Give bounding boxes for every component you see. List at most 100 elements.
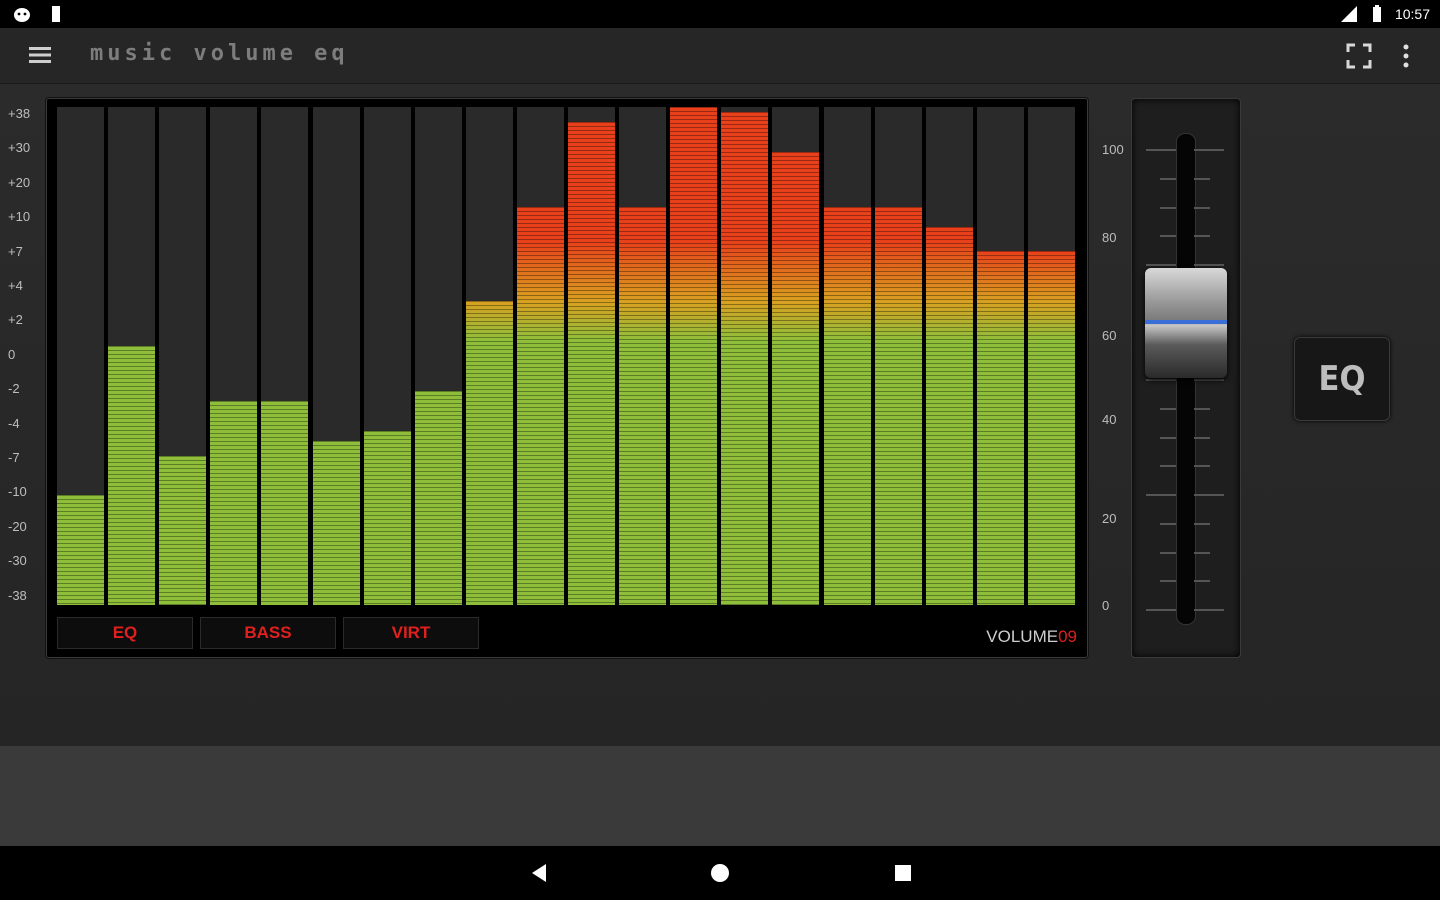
db-label: +7 (8, 243, 23, 259)
eq-button[interactable]: EQ (1294, 337, 1390, 421)
slider-tick (1194, 407, 1210, 410)
status-bar: 10:57 (0, 0, 1440, 28)
more-vert-icon (1403, 44, 1409, 68)
eq-bar-18[interactable] (925, 107, 973, 605)
slider-tick (1194, 580, 1210, 583)
more-options-button[interactable] (1394, 41, 1418, 71)
eq-bar-19[interactable] (976, 107, 1024, 605)
eq-bar-fill (925, 227, 973, 605)
db-label: -20 (8, 518, 27, 534)
slider-tick (1160, 235, 1176, 238)
slider-tick (1194, 206, 1210, 209)
db-label: +30 (8, 140, 31, 156)
eq-bar-9[interactable] (465, 107, 513, 605)
db-label: -30 (8, 553, 27, 569)
tab-virt[interactable]: VIRT (343, 617, 479, 649)
recents-icon (895, 865, 911, 881)
slider-tick (1160, 407, 1176, 410)
back-button[interactable] (524, 858, 554, 888)
slider-tick (1194, 609, 1224, 611)
app-bar: MUSIC VOLUME EQ (0, 28, 1440, 84)
eq-bar-fill (108, 346, 156, 605)
slider-tick (1146, 494, 1176, 496)
eq-bar-fill (721, 112, 769, 605)
slider-tick (1194, 149, 1224, 151)
eq-bar-5[interactable] (261, 107, 309, 605)
recents-button[interactable] (888, 858, 918, 888)
eq-bar-2[interactable] (108, 107, 156, 605)
slider-tick (1146, 379, 1176, 381)
db-label: -38 (8, 587, 27, 603)
volume-value: 09 (1058, 627, 1077, 646)
eq-bar-fill (414, 391, 462, 605)
eq-bar-6[interactable] (312, 107, 360, 605)
volume-scale-label: 80 (1102, 230, 1117, 245)
volume-scale-label: 100 (1102, 142, 1124, 157)
tab-eq[interactable]: EQ (57, 617, 193, 649)
eq-bar-16[interactable] (823, 107, 871, 605)
slider-tick (1194, 379, 1224, 381)
eq-bar-fill (976, 251, 1024, 605)
db-label: +10 (8, 209, 31, 225)
eq-bar-4[interactable] (210, 107, 258, 605)
volume-slider-thumb[interactable] (1145, 267, 1227, 378)
eq-bar-fill (1027, 251, 1075, 605)
slider-tick (1194, 436, 1210, 439)
db-label: -4 (8, 415, 20, 431)
slider-tick (1160, 436, 1176, 439)
eq-bar-11[interactable] (568, 107, 615, 605)
eq-bar-fill (516, 207, 564, 605)
db-label: +4 (8, 278, 23, 293)
eq-bar-fill (568, 122, 615, 605)
eq-bar-17[interactable] (874, 107, 922, 605)
navigation-bar (0, 846, 1440, 900)
thumb-indicator-line (1145, 319, 1227, 324)
equalizer-panel: EQ BASS VIRT VOLUME09 (46, 98, 1088, 658)
eq-bar-10[interactable] (516, 107, 564, 605)
home-icon (711, 864, 729, 882)
eq-bar-1[interactable] (57, 107, 104, 605)
battery-icon (1372, 5, 1381, 22)
volume-slider-track[interactable] (1176, 133, 1196, 625)
slider-tick (1146, 609, 1176, 611)
slider-tick (1194, 264, 1224, 266)
slider-tick (1194, 465, 1210, 468)
slider-tick (1160, 551, 1176, 554)
slider-tick (1160, 580, 1176, 583)
eq-bar-7[interactable] (363, 107, 411, 605)
eq-bar-14[interactable] (721, 107, 769, 605)
eq-bar-fill (874, 207, 922, 605)
slider-tick (1194, 551, 1210, 554)
fullscreen-button[interactable] (1344, 41, 1374, 71)
signal-icon (1340, 6, 1357, 22)
slider-tick (1146, 149, 1176, 151)
volume-label: VOLUME (986, 627, 1059, 646)
eq-bar-8[interactable] (414, 107, 462, 605)
slider-tick (1160, 522, 1176, 525)
eq-bar-fill (823, 207, 871, 605)
eq-bar-fill (57, 495, 104, 605)
slider-tick (1160, 177, 1176, 180)
sim-card-icon (52, 6, 60, 22)
tab-bass[interactable]: BASS (200, 617, 336, 649)
db-label: 0 (8, 346, 16, 362)
eq-bar-20[interactable] (1027, 107, 1075, 605)
db-label: -10 (8, 484, 27, 500)
slider-tick (1194, 177, 1210, 180)
eq-bar-fill (210, 401, 258, 605)
slider-tick (1194, 494, 1224, 496)
back-icon (532, 864, 546, 882)
volume-scale-label: 20 (1102, 511, 1117, 526)
bottom-area (0, 746, 1440, 846)
slider-tick (1194, 522, 1210, 525)
eq-bar-12[interactable] (619, 107, 667, 605)
home-button[interactable] (705, 858, 735, 888)
eq-bar-15[interactable] (772, 107, 820, 605)
eq-bar-13[interactable] (670, 107, 718, 605)
volume-scale-label: 0 (1102, 598, 1110, 613)
menu-button[interactable] (22, 40, 58, 70)
volume-slider-panel (1131, 98, 1241, 658)
eq-bar-3[interactable] (159, 107, 207, 605)
eq-bar-fill (261, 401, 309, 605)
hamburger-menu-icon (29, 47, 51, 63)
